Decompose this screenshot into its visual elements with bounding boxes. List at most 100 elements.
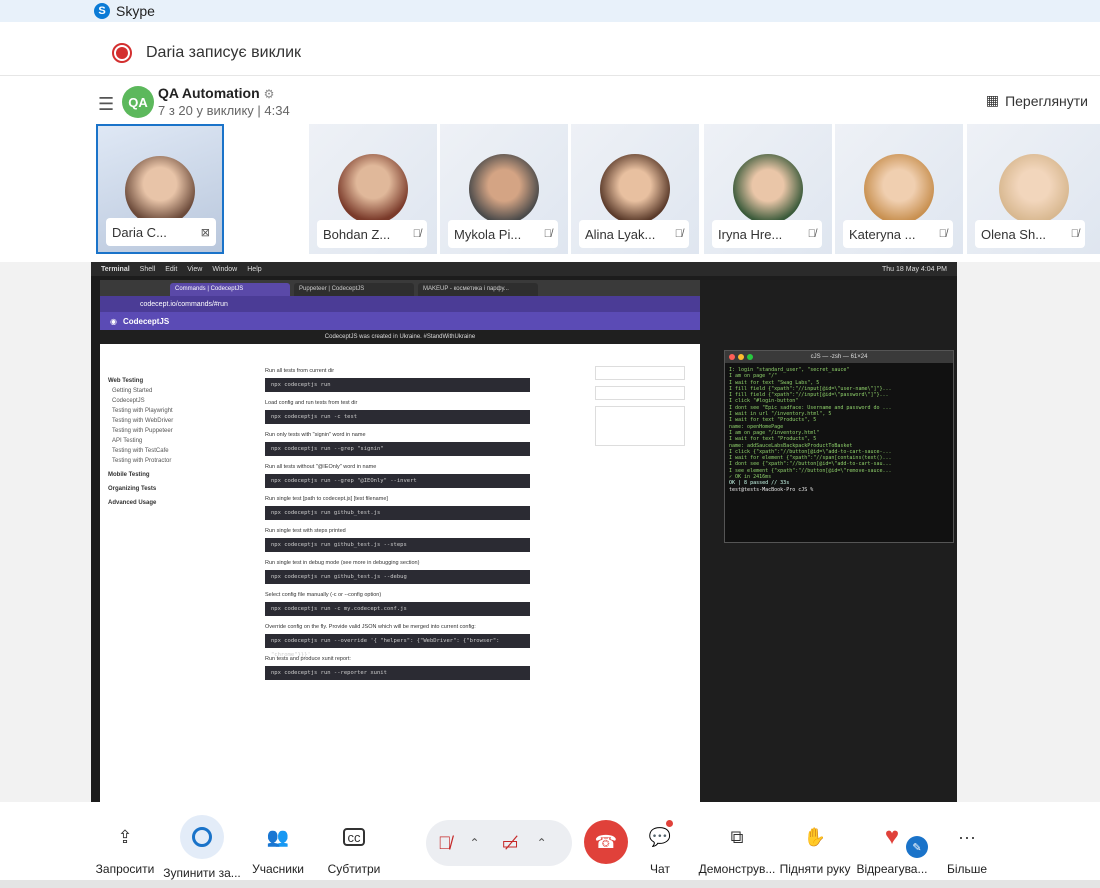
view-button-label: Переглянути [1005,92,1088,109]
terminal-titlebar: cJS — -zsh — 61×24 [725,351,953,363]
group-name[interactable]: QA Automation ⚙ [158,85,274,101]
browser-tab: Commands | CodeceptJS [170,283,290,296]
participant-tile[interactable]: Kateryna ... 🎙̸ [835,124,963,254]
more-button[interactable]: ··· Більше [946,806,988,886]
participant-name: Daria C... [112,224,167,240]
video-off-icon[interactable]: ▭̸ [502,833,519,854]
terminal-line: test@tests-MacBook-Pro cJS % [729,486,814,493]
menu-icon[interactable]: ☰ [98,94,114,115]
stop-label: Зупинити за... [163,866,241,880]
participant-tile[interactable]: Daria C... ⊠ [96,124,224,254]
recording-banner: Daria записує виклик [0,30,1100,76]
code-block: npx codeceptjs run github_test.js --step… [265,538,530,552]
participant-tile[interactable]: Bohdan Z... 🎙̸ [309,124,437,254]
sidebar-item: Getting Started [112,388,153,394]
sidebar-item: Testing with WebDriver [112,418,174,424]
terminal-title: cJS — -zsh — 61×24 [810,354,868,360]
chat-button[interactable]: 💬 Чат [640,806,680,886]
doc-text: Run only tests with "signin" word in nam… [265,432,366,438]
share-screen-button[interactable]: ⧉ Демонструв... [696,806,778,886]
browser-window: Commands | CodeceptJS Puppeteer | Codece… [100,280,700,802]
menubar-clock: Thu 18 May 4:04 PM [882,265,947,273]
doc-text: Override config on the fly. Provide vali… [265,624,476,630]
avatar [864,154,934,224]
avatar [125,156,195,226]
browser-tab: MAKEUP - косметика і парфу... [418,283,538,296]
share-upload-icon: ⇪ [117,826,133,847]
mic-muted-icon: 🎙̸ [807,228,816,240]
chevron-up-icon[interactable]: ⌃ [537,836,547,850]
record-icon [112,42,132,63]
ad-box [595,406,685,446]
sidebar-item: Testing with Puppeteer [112,428,173,434]
participant-tile[interactable]: Alina Lyak... 🎙̸ [571,124,699,254]
participant-name-plate: Kateryna ... 🎙̸ [843,220,953,248]
doc-text: Run single test [path to codecept.js] [t… [265,496,388,502]
participant-name-plate: Daria C... ⊠ [106,218,216,246]
title-bar: S Skype [0,0,1100,22]
shared-screen[interactable]: Terminal Shell Edit View Window Help Thu… [91,262,957,802]
doc-text: Run single test with steps printed [265,528,346,534]
app-title: Skype [116,3,155,19]
call-header: ☰ QA QA Automation ⚙ 7 з 20 у виклику | 4… [0,80,1100,122]
chat-notification-badge [666,820,673,827]
sidebar-item: Testing with TestCafe [112,448,169,454]
doc-text: Load config and run tests from test dir [265,400,358,406]
media-controls: 🎙̸ ⌃ ▭̸ ⌃ [426,820,572,866]
sidebar-item: Advanced Usage [108,500,157,506]
browser-tab: Puppeteer | CodeceptJS [294,283,414,296]
doc-text: Select config file manually (-c or --con… [265,592,382,598]
end-call-button[interactable]: ☎ [584,820,628,864]
address-bar: codecept.io/commands/#run [100,296,700,312]
docs-content: Run all tests from current dir npx codece… [265,360,530,800]
gear-icon[interactable]: ⚙ [264,87,275,101]
stop-recording-button[interactable]: Зупинити за... [162,806,242,886]
menubar-item: Terminal [101,265,130,273]
menubar-item: Shell [139,265,156,273]
group-avatar[interactable]: QA [122,86,154,118]
doc-text: Run single test in debug mode (see more … [265,560,420,566]
participant-name: Kateryna ... [849,226,916,242]
doc-text: Run tests and produce xunit report: [265,656,351,662]
participants-label: Учасники [252,862,304,876]
menubar-item: Edit [165,265,178,273]
code-block: npx codeceptjs run github_test.js [265,506,530,520]
participant-tile[interactable]: Iryna Hre... 🎙̸ [704,124,832,254]
code-block: npx codeceptjs run [265,378,530,392]
subtitles-button[interactable]: cc Субтитри [328,806,380,886]
code-block: npx codeceptjs run --grep "signin" [265,442,530,456]
avatar [733,154,803,224]
participant-name: Alina Lyak... [585,226,656,242]
participants-button[interactable]: 👥 Учасники [250,806,306,886]
mic-muted-icon: 🎙̸ [543,228,552,240]
ad-box [595,386,685,400]
recording-text: Daria записує виклик [146,43,302,61]
doc-text: Run all tests from current dir [265,368,335,374]
invite-label: Запросити [95,862,155,876]
stop-record-icon [180,815,224,859]
heart-icon: ♥ [884,823,900,850]
participant-tile[interactable]: Mykola Pi... 🎙̸ [440,124,568,254]
more-dots-icon: ··· [958,826,976,847]
code-block: npx codeceptjs run --reporter xunit [265,666,530,680]
raise-hand-button[interactable]: ✋ Підняти руку [778,806,852,886]
react-label: Відреагува... [856,862,928,876]
group-name-text: QA Automation [158,85,260,101]
chat-label: Чат [650,862,670,876]
mic-muted-icon: 🎙̸ [674,228,683,240]
docs-right-panel [595,360,685,452]
call-toolbar: ⇪ Запросити Зупинити за... 👥 Учасники cc… [0,806,1100,888]
mic-muted-icon[interactable]: 🎙̸ [438,833,452,854]
code-block: npx codeceptjs run --grep "@IEOnly" --in… [265,474,530,488]
share-label: Демонструв... [698,862,776,876]
invite-button[interactable]: ⇪ Запросити [94,806,156,886]
sidebar-item: API Testing [112,438,143,444]
participant-tile[interactable]: Olena Sh... 🎙̸ [967,124,1100,254]
browser-tabs: Commands | CodeceptJS Puppeteer | Codece… [100,280,700,296]
closed-captions-icon: cc [343,828,365,846]
subtitles-label: Субтитри [327,862,381,876]
pencil-icon[interactable]: ✎ [906,836,928,858]
chevron-up-icon[interactable]: ⌃ [470,836,480,850]
view-button[interactable]: ▦ Переглянути [986,92,1088,109]
avatar [600,154,670,224]
